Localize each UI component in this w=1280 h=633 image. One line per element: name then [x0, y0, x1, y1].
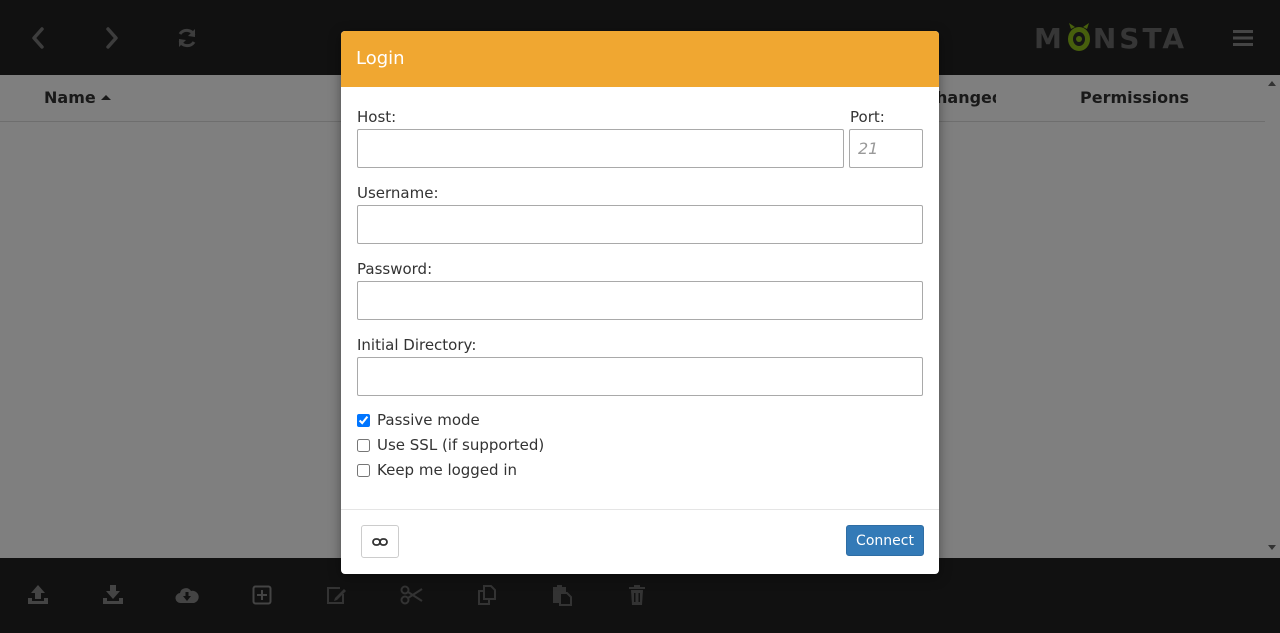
login-dialog: Login Host: Port: Username: Password: In… — [341, 31, 939, 574]
initial-directory-label: Initial Directory: — [357, 336, 477, 354]
port-label: Port: — [850, 108, 885, 126]
link-button[interactable] — [361, 525, 399, 558]
username-label: Username: — [357, 184, 439, 202]
login-dialog-title: Login — [356, 48, 405, 69]
password-input[interactable] — [357, 281, 923, 320]
connect-button[interactable]: Connect — [846, 525, 924, 556]
keep-logged-in-checkbox[interactable] — [357, 463, 370, 477]
username-input[interactable] — [357, 205, 923, 244]
passive-mode-option[interactable]: Passive mode — [357, 410, 480, 430]
keep-logged-in-label: Keep me logged in — [377, 461, 518, 479]
use-ssl-option[interactable]: Use SSL (if supported) — [357, 435, 544, 455]
keep-logged-in-option[interactable]: Keep me logged in — [357, 460, 517, 480]
passive-mode-checkbox[interactable] — [357, 413, 370, 427]
host-label: Host: — [357, 108, 397, 126]
host-input[interactable] — [357, 129, 844, 168]
use-ssl-label: Use SSL (if supported) — [377, 436, 545, 454]
link-icon — [372, 537, 388, 546]
initial-directory-input[interactable] — [357, 357, 923, 396]
password-label: Password: — [357, 260, 433, 278]
dialog-footer-divider — [341, 509, 939, 510]
use-ssl-checkbox[interactable] — [357, 438, 370, 452]
login-dialog-header: Login — [341, 31, 939, 87]
port-input[interactable] — [849, 129, 923, 168]
passive-mode-label: Passive mode — [377, 411, 480, 429]
